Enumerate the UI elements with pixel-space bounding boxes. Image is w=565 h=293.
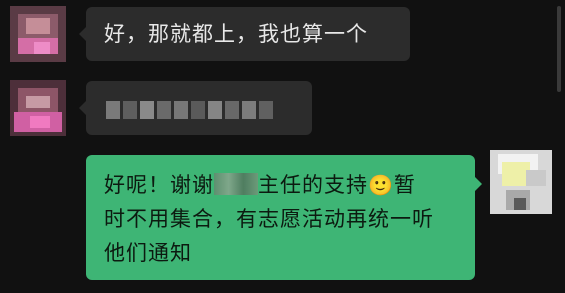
scrollbar[interactable]: [557, 6, 561, 92]
message-text-part: 暂: [393, 173, 416, 197]
message-text-part: 主任的支持: [258, 173, 368, 197]
message-text-part: 好呢！谢谢: [104, 173, 214, 197]
redacted-name: [214, 173, 258, 195]
message-bubble-incoming[interactable]: 好，那就都上，我也算一个: [79, 7, 410, 61]
avatar[interactable]: [490, 150, 552, 214]
redacted-text: [106, 99, 276, 119]
message-text: 好，那就都上，我也算一个: [104, 22, 368, 46]
message-text-line: 时不用集合，有志愿活动再统一听: [104, 207, 434, 231]
avatar[interactable]: [10, 80, 66, 136]
message-bubble-incoming-redacted[interactable]: [79, 81, 312, 135]
message-bubble-outgoing[interactable]: 好呢！谢谢 主任的支持🙂暂 时不用集合，有志愿活动再统一听 他们通知: [86, 155, 482, 280]
message-text-line: 他们通知: [104, 241, 192, 265]
avatar[interactable]: [10, 6, 66, 62]
smile-emoji-icon: 🙂: [368, 173, 394, 197]
message-text: 好呢！谢谢 主任的支持🙂暂 时不用集合，有志愿活动再统一听 他们通知: [104, 168, 464, 270]
